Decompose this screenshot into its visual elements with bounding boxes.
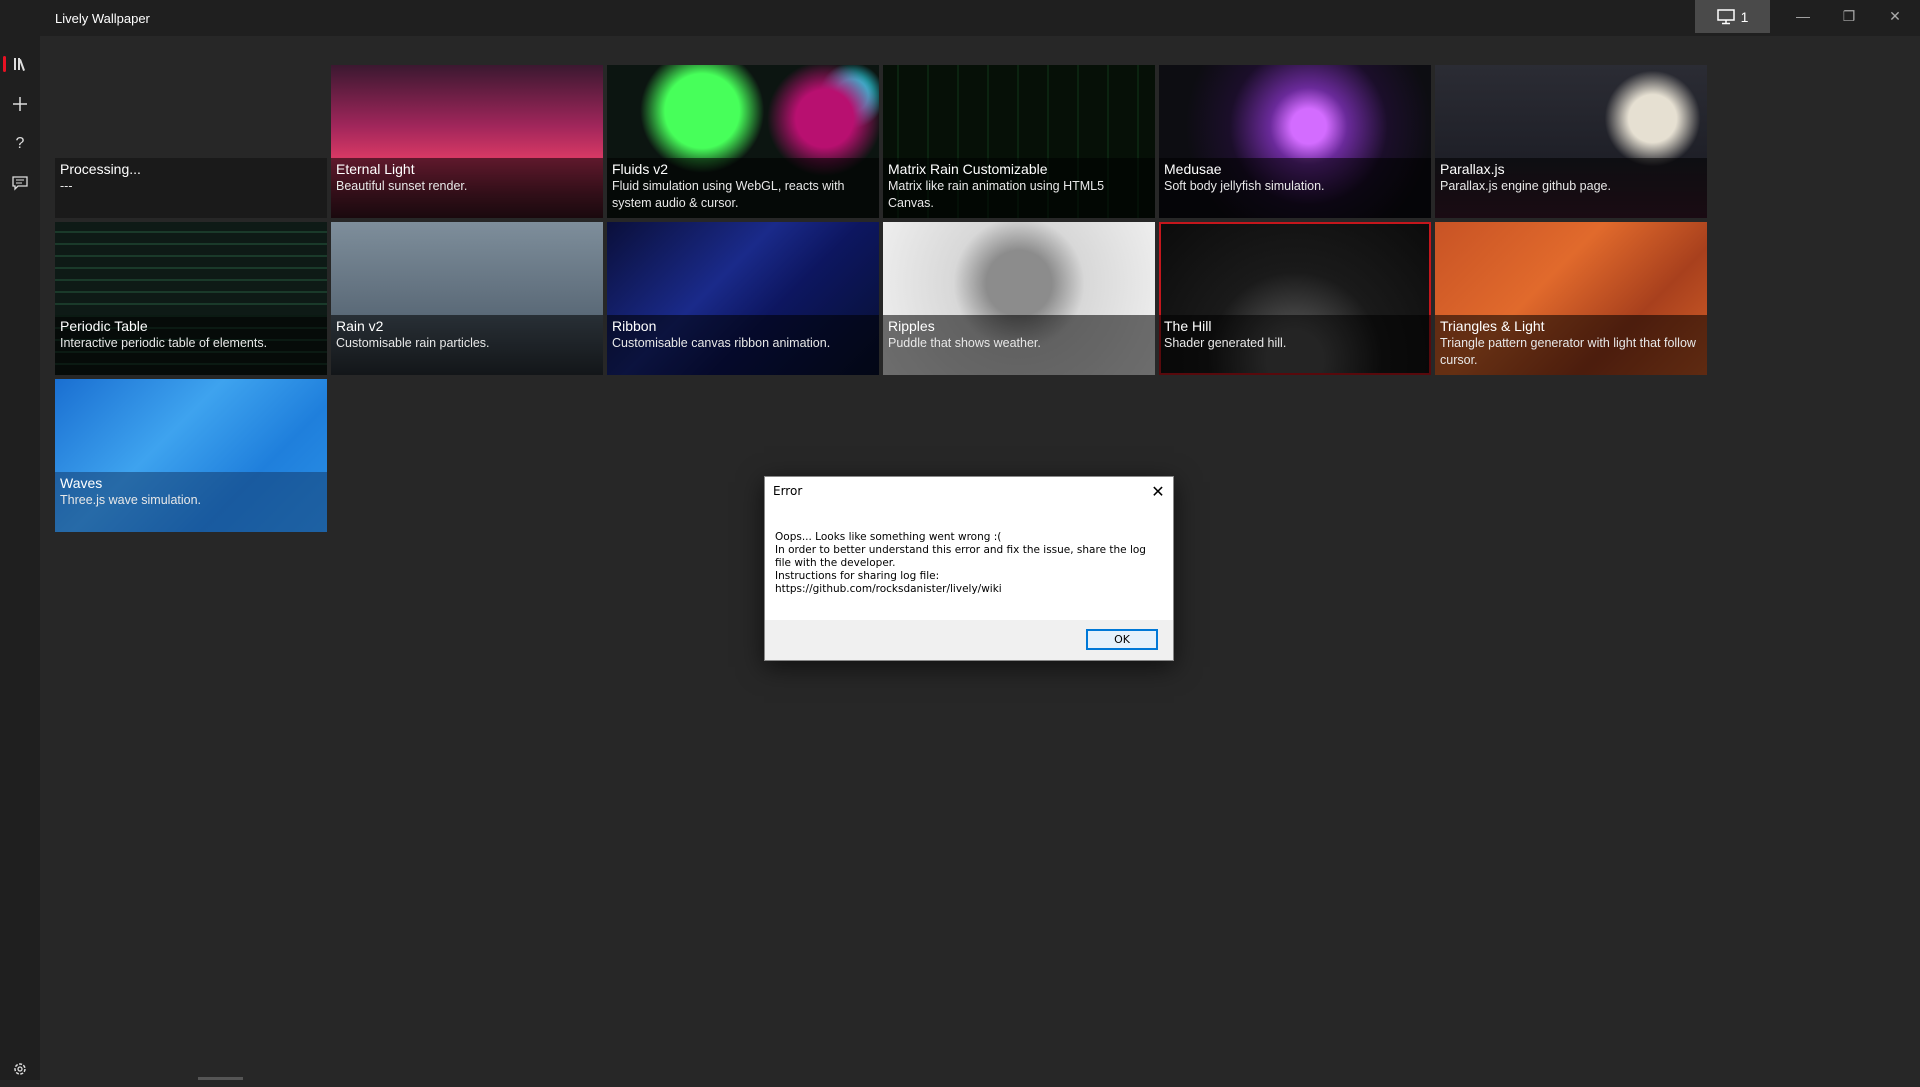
tile-description: Soft body jellyfish simulation. [1164, 179, 1325, 193]
dialog-close-button[interactable]: ✕ [1143, 477, 1173, 505]
tile-description: Parallax.js engine github page. [1440, 179, 1611, 193]
wallpaper-tile[interactable]: Rain v2 Customisable rain particles. [331, 222, 603, 375]
tile-caption: Triangles & Light Triangle pattern genera… [1435, 315, 1707, 375]
wallpaper-tile[interactable]: Triangles & Light Triangle pattern genera… [1435, 222, 1707, 375]
tile-description: Customisable rain particles. [336, 336, 490, 350]
wallpaper-tile[interactable]: Medusae Soft body jellyfish simulation. [1159, 65, 1431, 218]
ok-button[interactable]: OK [1086, 629, 1158, 650]
tile-title: Periodic Table [60, 318, 148, 334]
wallpaper-tile[interactable]: The Hill Shader generated hill. [1159, 222, 1431, 375]
wallpaper-tile[interactable]: Ribbon Customisable canvas ribbon animati… [607, 222, 879, 375]
sidebar-item-feedback[interactable] [0, 165, 40, 201]
tile-title: Rain v2 [336, 318, 384, 334]
wallpaper-tile[interactable]: Matrix Rain Customizable Matrix like rain… [883, 65, 1155, 218]
tile-title: The Hill [1164, 318, 1212, 334]
close-button[interactable]: ✕ [1872, 0, 1918, 32]
dialog-line: file with the developer. [775, 557, 896, 569]
tile-caption: Matrix Rain Customizable Matrix like rain… [883, 158, 1155, 218]
tile-caption: Ripples Puddle that shows weather. [883, 315, 1155, 375]
tile-description: --- [60, 179, 73, 193]
wallpaper-tile[interactable]: Processing... --- [55, 65, 327, 218]
monitor-icon [1716, 8, 1735, 24]
question-icon: ? [15, 135, 25, 152]
tile-description: Puddle that shows weather. [888, 336, 1041, 350]
tile-caption: Rain v2 Customisable rain particles. [331, 315, 603, 375]
minimize-icon: — [1796, 8, 1810, 24]
tile-title: Parallax.js [1440, 161, 1505, 177]
tile-description: Beautiful sunset render. [336, 179, 468, 193]
tile-title: Medusae [1164, 161, 1222, 177]
tile-caption: Processing... --- [55, 158, 327, 218]
tile-caption: Waves Three.js wave simulation. [55, 472, 327, 532]
sidebar-item-library[interactable] [0, 46, 40, 82]
tile-description: Fluid simulation using WebGL, reacts wit… [612, 179, 845, 210]
tile-description: Interactive periodic table of elements. [60, 336, 268, 350]
tile-caption: The Hill Shader generated hill. [1159, 315, 1431, 375]
dialog-line: Instructions for sharing log file: [775, 570, 940, 582]
wallpaper-library-grid: Processing... --- Eternal Light Beautiful s… [55, 65, 1708, 532]
wallpaper-tile[interactable]: Fluids v2 Fluid simulation using WebGL, r… [607, 65, 879, 218]
error-dialog: Error ✕ Oops... Looks like something wen… [764, 476, 1174, 661]
tile-caption: Eternal Light Beautiful sunset render. [331, 158, 603, 218]
dialog-message: Oops... Looks like something went wrong … [775, 531, 1155, 596]
minimize-button[interactable]: — [1780, 0, 1826, 32]
plus-icon [13, 97, 27, 111]
tile-description: Matrix like rain animation using HTML5 C… [888, 179, 1105, 210]
tile-title: Triangles & Light [1440, 318, 1545, 334]
tile-caption: Medusae Soft body jellyfish simulation. [1159, 158, 1431, 218]
chat-icon [12, 176, 28, 191]
tile-title: Ribbon [612, 318, 657, 334]
tile-caption: Periodic Table Interactive periodic table… [55, 315, 327, 375]
wallpaper-tile[interactable]: Parallax.js Parallax.js engine github pag… [1435, 65, 1707, 218]
restore-button[interactable]: ❐ [1826, 0, 1872, 32]
dialog-footer: OK [765, 620, 1173, 660]
tile-title: Fluids v2 [612, 161, 669, 177]
tile-title: Processing... [60, 161, 141, 177]
sidebar: ? [0, 36, 40, 1080]
close-icon: ✕ [1889, 7, 1901, 24]
gear-icon [14, 1063, 26, 1075]
monitor-selector-button[interactable]: 1 [1695, 0, 1770, 33]
tile-caption: Ribbon Customisable canvas ribbon animati… [607, 315, 879, 375]
wallpaper-tile[interactable]: Periodic Table Interactive periodic table… [55, 222, 327, 375]
wallpaper-tile[interactable]: Waves Three.js wave simulation. [55, 379, 327, 532]
tile-description: Customisable canvas ribbon animation. [612, 336, 831, 350]
sidebar-item-add[interactable] [0, 86, 40, 122]
tile-description: Shader generated hill. [1164, 336, 1287, 350]
dialog-line: Oops... Looks like something went wrong … [775, 531, 1002, 543]
close-icon: ✕ [1151, 481, 1165, 501]
monitor-count: 1 [1740, 8, 1749, 25]
dialog-line: In order to better understand this error… [775, 544, 1146, 556]
restore-icon: ❐ [1842, 7, 1856, 24]
tile-title: Ripples [888, 318, 935, 334]
tile-title: Waves [60, 475, 103, 491]
tile-caption: Parallax.js Parallax.js engine github pag… [1435, 158, 1707, 218]
tile-caption: Fluids v2 Fluid simulation using WebGL, r… [607, 158, 879, 218]
settings-button[interactable] [0, 1051, 40, 1087]
dialog-title: Error [773, 484, 803, 498]
tile-title: Eternal Light [336, 161, 415, 177]
library-icon [14, 58, 25, 71]
wallpaper-tile[interactable]: Eternal Light Beautiful sunset render. [331, 65, 603, 218]
title-bar: Lively Wallpaper 1 — ❐ ✕ [0, 0, 1920, 36]
wallpaper-tile[interactable]: Ripples Puddle that shows weather. [883, 222, 1155, 375]
dialog-link[interactable]: https://github.com/rocksdanister/lively/… [775, 583, 1155, 596]
tile-title: Matrix Rain Customizable [888, 161, 1048, 177]
tile-description: Three.js wave simulation. [60, 493, 202, 507]
app-title: Lively Wallpaper [55, 11, 150, 26]
sidebar-item-help[interactable]: ? [0, 126, 40, 162]
tile-description: Triangle pattern generator with light th… [1440, 336, 1696, 367]
